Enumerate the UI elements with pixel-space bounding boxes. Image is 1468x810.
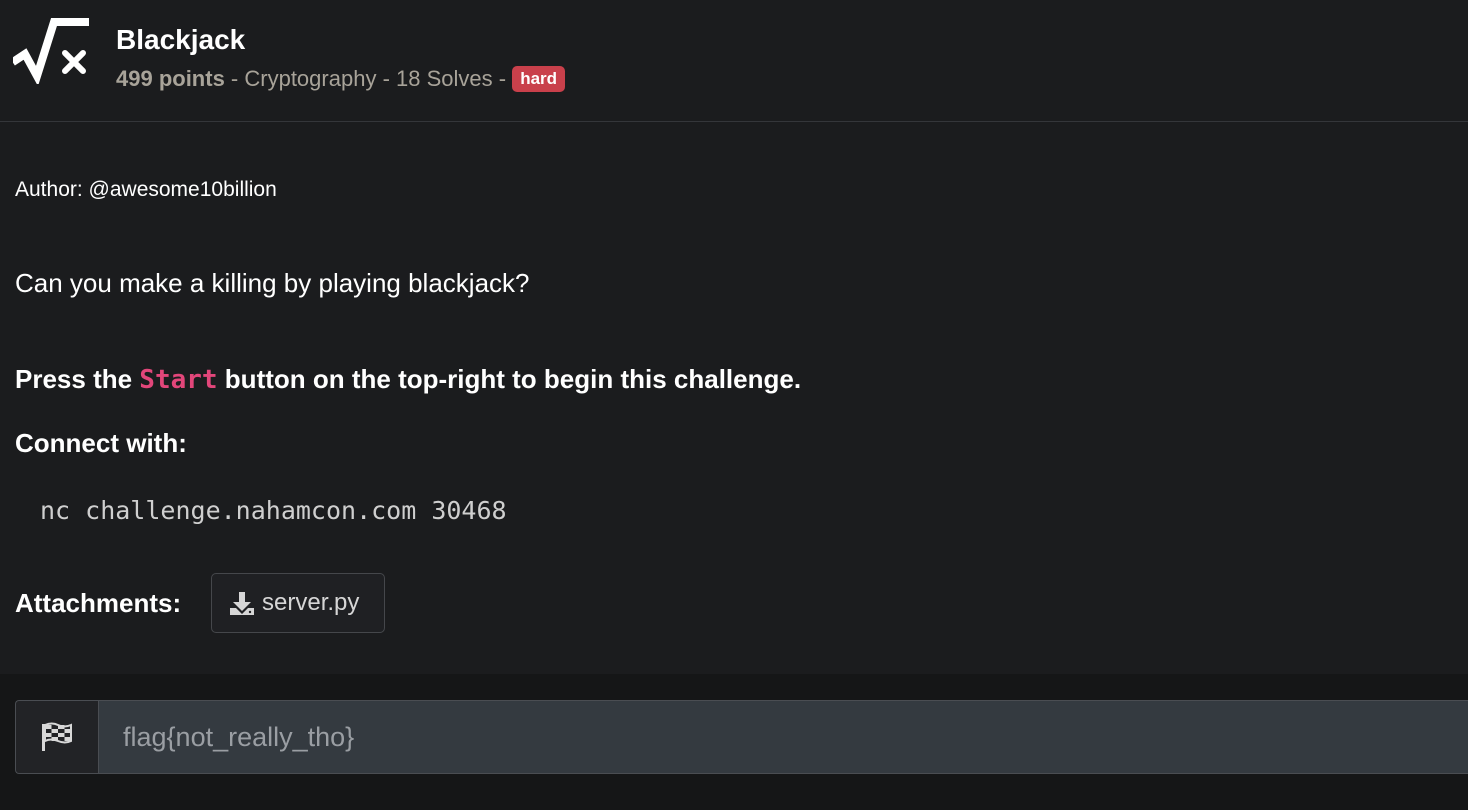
attachment-filename: server.py [262,589,360,616]
challenge-header: Blackjack 499 points - Cryptography - 18… [0,0,1468,122]
challenge-category: Cryptography [244,66,377,91]
connect-command: nc challenge.nahamcon.com 30468 [40,496,507,525]
checkered-flag-icon [42,722,72,751]
challenge-solves: 18 Solves [396,66,493,91]
download-icon [230,592,254,615]
attachment-download-button[interactable]: server.py [211,573,385,633]
attachments-label: Attachments: [15,588,182,618]
square-root-x-icon [13,18,89,84]
difficulty-badge: hard [512,66,566,92]
challenge-author: Author: @awesome10billion [15,178,277,201]
meta-separator: - [376,66,397,91]
flag-form [15,700,1468,774]
challenge-points: 499 points [116,66,225,91]
start-instruction: Press the Start button on the top-right … [15,362,801,397]
flag-input[interactable] [99,701,1468,773]
meta-separator: - [224,66,245,91]
challenge-title: Blackjack [116,24,246,55]
challenge-description: Can you make a killing by playing blackj… [15,268,530,298]
start-code: Start [139,365,218,395]
start-instruction-prefix: Press the [15,364,140,394]
flag-addon [16,701,99,773]
challenge-meta: 499 points - Cryptography - 18 Solves - … [116,64,566,94]
start-instruction-suffix: button on the top-right to begin this ch… [217,364,802,394]
meta-separator: - [492,66,513,91]
connect-label: Connect with: [15,428,187,458]
